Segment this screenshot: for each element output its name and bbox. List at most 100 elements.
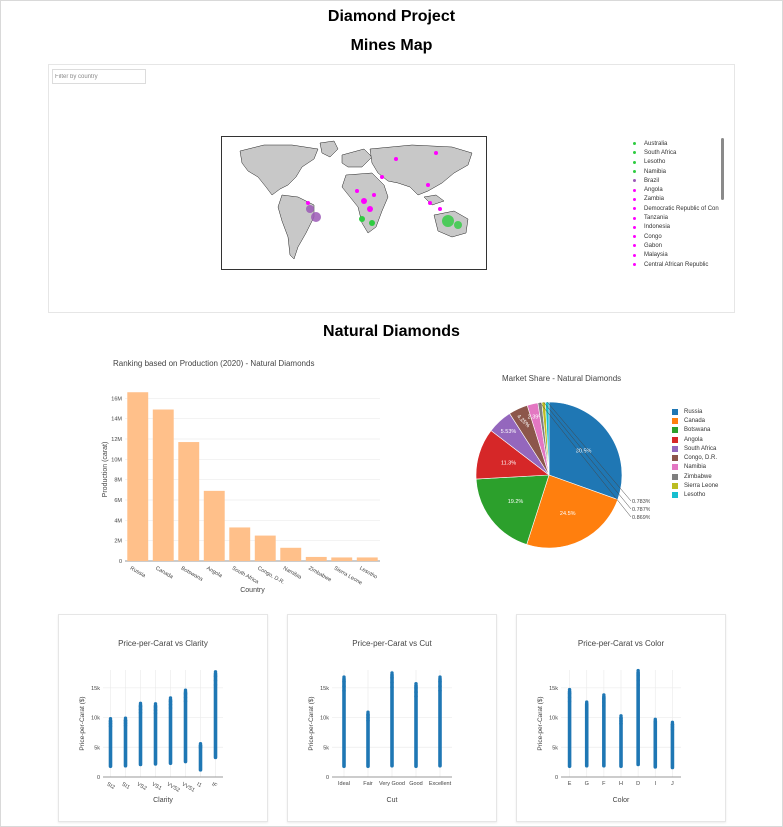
map-legend-item[interactable]: Gabon: [633, 241, 719, 250]
country-filter-input[interactable]: [52, 69, 146, 84]
scatter-point[interactable]: [636, 673, 640, 678]
production-bar[interactable]: [203, 490, 225, 561]
scatter-point[interactable]: [636, 678, 640, 682]
scatter-point[interactable]: [342, 679, 346, 684]
scatter-point[interactable]: [138, 711, 143, 715]
pie-legend-item[interactable]: Botswana: [672, 426, 718, 435]
scatter-point[interactable]: [153, 705, 158, 709]
pie-legend-item[interactable]: South Africa: [672, 444, 718, 453]
world-map[interactable]: [221, 136, 487, 270]
pie-legend-item[interactable]: Canada: [672, 416, 718, 425]
map-legend-item[interactable]: Central African Republic: [633, 260, 719, 269]
map-legend-item[interactable]: South Africa: [633, 148, 719, 157]
scatter-point[interactable]: [123, 723, 128, 728]
scatter-point[interactable]: [438, 688, 442, 693]
scatter-point[interactable]: [342, 684, 346, 688]
scatter-point[interactable]: [342, 675, 346, 679]
scatter-point[interactable]: [438, 675, 442, 679]
production-bar[interactable]: [254, 535, 276, 561]
production-bar[interactable]: [152, 409, 174, 561]
scatter-point[interactable]: [213, 674, 218, 678]
pie-legend-item[interactable]: Namibia: [672, 463, 718, 472]
scatter-point[interactable]: [168, 696, 173, 700]
scatter-point[interactable]: [213, 683, 218, 687]
scatter-point[interactable]: [183, 699, 188, 703]
map-legend-item[interactable]: Zambia: [633, 195, 719, 204]
scatter-point[interactable]: [183, 688, 188, 692]
map-legend-item[interactable]: Angola: [633, 185, 719, 194]
pie-legend-item[interactable]: Russia: [672, 407, 718, 416]
scatter-point[interactable]: [138, 701, 143, 705]
scatter-point[interactable]: [567, 695, 572, 700]
production-bar[interactable]: [331, 557, 353, 561]
scatter-point[interactable]: [213, 678, 218, 683]
scatter-point[interactable]: [168, 699, 173, 703]
scatter-point[interactable]: [153, 708, 158, 712]
scatter-point[interactable]: [390, 680, 394, 685]
scatter-point[interactable]: [438, 679, 442, 684]
scatter-point[interactable]: [414, 690, 418, 694]
scatter-point[interactable]: [585, 706, 589, 711]
production-bar[interactable]: [178, 442, 200, 561]
scatter-point[interactable]: [567, 699, 572, 704]
scatter-point[interactable]: [414, 694, 418, 699]
scatter-point[interactable]: [390, 685, 394, 689]
scatter-point[interactable]: [602, 700, 606, 704]
scatter-point[interactable]: [567, 691, 572, 696]
scatter-point[interactable]: [366, 718, 370, 723]
production-bar[interactable]: [127, 392, 149, 561]
scatter-y-tick: 0: [555, 775, 558, 781]
pie-legend-item[interactable]: Sierra Leone: [672, 481, 718, 490]
scatter-point[interactable]: [108, 724, 113, 728]
scatter-point[interactable]: [653, 725, 657, 729]
scatter-point[interactable]: [602, 696, 606, 701]
scatter-point[interactable]: [213, 670, 218, 674]
map-legend-item[interactable]: Indonesia: [633, 223, 719, 232]
scatter-point[interactable]: [636, 668, 640, 673]
map-legend-item[interactable]: Australia: [633, 139, 719, 148]
map-legend-item[interactable]: Congo: [633, 232, 719, 241]
production-bar[interactable]: [280, 547, 302, 561]
scatter-point[interactable]: [390, 675, 394, 680]
map-legend-item[interactable]: Lesotho: [633, 158, 719, 167]
pie-legend-item[interactable]: Lesotho: [672, 491, 718, 500]
scatter-point[interactable]: [585, 700, 589, 704]
scatter-point[interactable]: [636, 683, 640, 687]
scatter-point[interactable]: [168, 702, 173, 707]
scatter-point[interactable]: [168, 706, 173, 710]
scatter-point[interactable]: [138, 704, 143, 709]
scatter-point[interactable]: [585, 703, 589, 708]
scatter-point[interactable]: [153, 702, 158, 706]
map-legend-item[interactable]: Democratic Republic of Con: [633, 204, 719, 213]
scatter-point[interactable]: [670, 727, 675, 732]
legend-scrollbar[interactable]: [721, 138, 724, 200]
map-legend-item[interactable]: Tanzania: [633, 213, 719, 222]
scatter-point[interactable]: [342, 689, 346, 693]
bar-y-tick: 2M: [114, 539, 122, 545]
scatter-point[interactable]: [602, 704, 606, 708]
scatter-point[interactable]: [153, 711, 158, 715]
scatter-point[interactable]: [198, 746, 203, 750]
pie-legend-item[interactable]: Angola: [672, 435, 718, 444]
production-bar[interactable]: [305, 556, 327, 561]
scatter-point[interactable]: [414, 686, 418, 690]
map-legend-item[interactable]: Namibia: [633, 167, 719, 176]
bar-x-tick: Congo, D.R.: [256, 566, 286, 587]
scatter-point[interactable]: [567, 687, 572, 692]
production-bar[interactable]: [356, 557, 378, 561]
production-bar[interactable]: [229, 527, 251, 561]
scatter-point[interactable]: [390, 671, 394, 675]
scatter-point[interactable]: [414, 681, 418, 686]
pie-legend-item[interactable]: Congo, D.R.: [672, 453, 718, 462]
scatter-point[interactable]: [585, 710, 589, 714]
pie-legend-item[interactable]: Zimbabwe: [672, 472, 718, 481]
scatter-point[interactable]: [438, 684, 442, 688]
scatter-point[interactable]: [183, 692, 188, 696]
scatter-point[interactable]: [138, 707, 143, 712]
legend-label: Zambia: [644, 196, 665, 203]
scatter-point[interactable]: [183, 695, 188, 700]
scatter-point[interactable]: [619, 721, 623, 726]
map-legend-item[interactable]: Malaysia: [633, 251, 719, 260]
map-legend-item[interactable]: Brazil: [633, 176, 719, 185]
scatter-point[interactable]: [602, 693, 606, 697]
